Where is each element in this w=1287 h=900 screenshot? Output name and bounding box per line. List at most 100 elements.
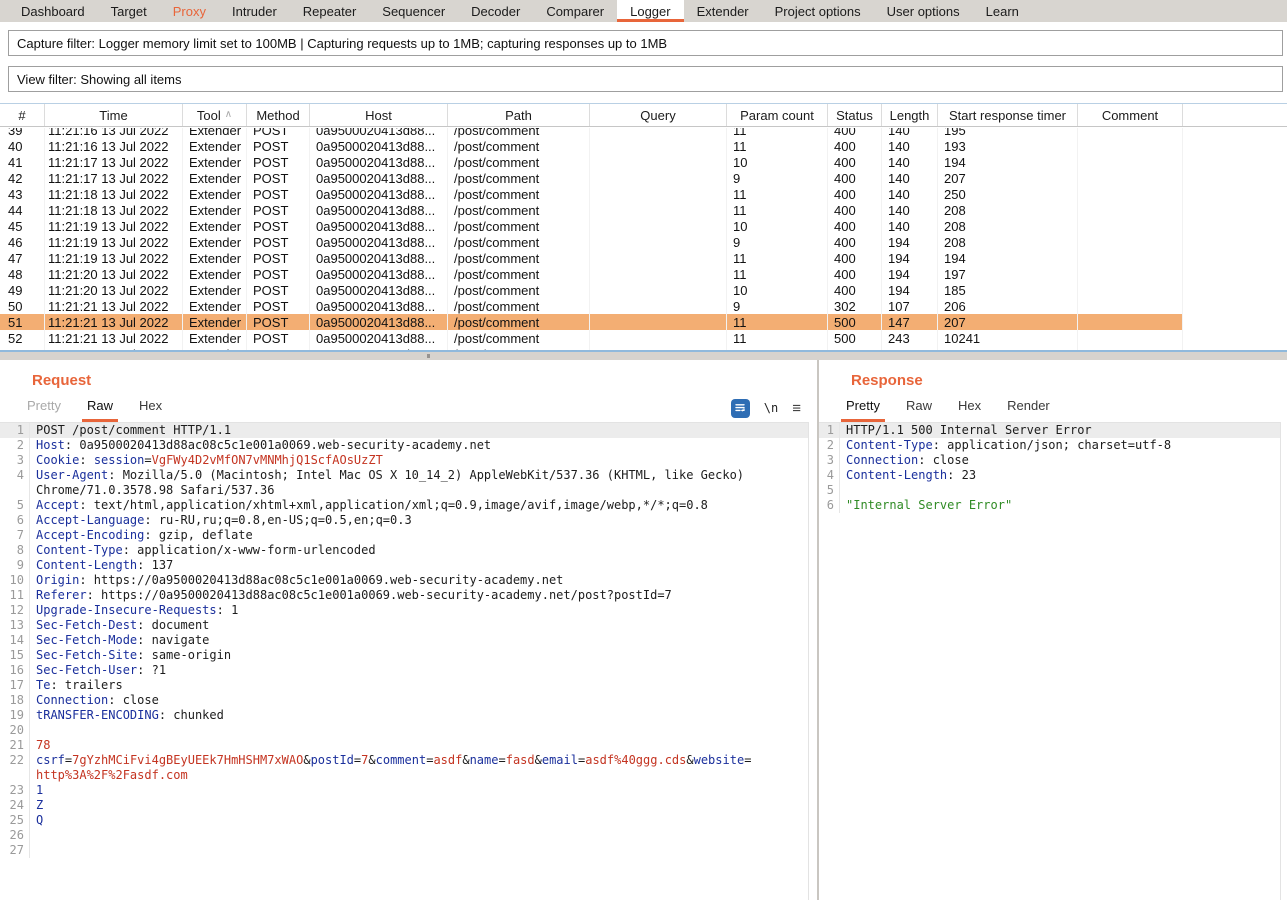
response-tab-raw[interactable]: Raw [901,398,937,422]
table-header-row: # Time Tool∧MethodHostPathQueryParam count… [0,104,1287,127]
line-number: 2 [819,438,840,453]
split-divider[interactable] [0,352,1287,360]
column-header-host[interactable]: Host [310,104,448,126]
cell-method: POST [247,250,310,266]
cell-query [590,202,727,218]
tab-logger[interactable]: Logger [617,0,683,22]
line-number: 22 [0,753,30,768]
cell-filler [1183,138,1287,154]
tab-learn[interactable]: Learn [973,0,1032,22]
cell-timer: 195 [938,128,1078,138]
cell-time: 11:21:18 13 Jul 2022 [45,186,183,202]
cell-timer: 197 [938,266,1078,282]
cell-param_count: 11 [727,128,828,138]
table-row[interactable]: 4011:21:16 13 Jul 2022ExtenderPOST0a9500… [0,138,1287,154]
table-row[interactable]: 5111:21:21 13 Jul 2022ExtenderPOST0a9500… [0,314,1287,330]
table-row[interactable]: 5211:21:21 13 Jul 2022ExtenderPOST0a9500… [0,330,1287,346]
tab-user-options[interactable]: User options [874,0,973,22]
table-row[interactable]: 4811:21:20 13 Jul 2022ExtenderPOST0a9500… [0,266,1287,282]
request-tab-hex[interactable]: Hex [134,398,167,422]
code-text: Te: trailers [30,678,123,693]
line-number: 23 [0,783,30,798]
table-row[interactable]: 4911:21:20 13 Jul 2022ExtenderPOST0a9500… [0,282,1287,298]
column-header--[interactable]: # [0,104,45,126]
tab-target[interactable]: Target [98,0,160,22]
editor-menu-button[interactable]: ≡ [792,401,801,416]
response-editor[interactable]: 1HTTP/1.1 500 Internal Server Error2Cont… [819,422,1281,900]
column-label: Time [99,108,127,123]
cell-timer: 185 [938,282,1078,298]
table-body[interactable]: 3911:21:16 13 Jul 2022ExtenderPOST0a9500… [0,128,1287,352]
capture-filter-bar[interactable]: Capture filter: Logger memory limit set … [8,30,1283,56]
column-header-comment[interactable]: Comment [1078,104,1183,126]
tab-extender[interactable]: Extender [684,0,762,22]
cell-time: 11:21:16 13 Jul 2022 [45,138,183,154]
show-newlines-button[interactable]: \n [764,401,778,415]
table-row[interactable]: 3911:21:16 13 Jul 2022ExtenderPOST0a9500… [0,128,1287,138]
code-line: 16Sec-Fetch-User: ?1 [0,663,808,678]
tab-project-options[interactable]: Project options [762,0,874,22]
cell-param_count: 11 [727,202,828,218]
request-tab-pretty[interactable]: Pretty [22,398,66,422]
line-number: 27 [0,843,30,858]
request-tab-raw[interactable]: Raw [82,398,118,422]
table-row[interactable]: 4711:21:19 13 Jul 2022ExtenderPOST0a9500… [0,250,1287,266]
table-row[interactable]: 4311:21:18 13 Jul 2022ExtenderPOST0a9500… [0,186,1287,202]
table-row[interactable]: 4411:21:18 13 Jul 2022ExtenderPOST0a9500… [0,202,1287,218]
column-header-start-response-timer[interactable]: Start response timer [938,104,1078,126]
column-header-length[interactable]: Length [882,104,938,126]
code-text: Connection: close [840,453,969,468]
column-header-tool[interactable]: Tool∧ [183,104,247,126]
table-row[interactable]: 5011:21:21 13 Jul 2022ExtenderPOST0a9500… [0,298,1287,314]
table-row[interactable]: 4511:21:19 13 Jul 2022ExtenderPOST0a9500… [0,218,1287,234]
cell-host: 0a9500020413d88... [310,250,448,266]
message-editor-area: Request Pretty Raw Hex \n ≡ 1POST /post/co… [0,360,1287,900]
column-header-status[interactable]: Status [828,104,882,126]
main-tab-bar: DashboardTargetProxyIntruderRepeaterSequ… [0,0,1287,22]
view-filter-bar[interactable]: View filter: Showing all items [8,66,1283,92]
table-row[interactable]: 4211:21:17 13 Jul 2022ExtenderPOST0a9500… [0,170,1287,186]
tab-proxy[interactable]: Proxy [160,0,219,22]
cell-time: 11:21:19 13 Jul 2022 [45,234,183,250]
cell-query [590,128,727,138]
code-line: 11Referer: https://0a9500020413d88ac08c5… [0,588,808,603]
table-row[interactable]: 4611:21:19 13 Jul 2022ExtenderPOST0a9500… [0,234,1287,250]
code-text [30,843,36,858]
cell-filler [1183,330,1287,346]
response-tab-render[interactable]: Render [1002,398,1055,422]
cell-comment [1078,330,1183,346]
code-line: 1HTTP/1.1 500 Internal Server Error [819,423,1280,438]
cell-method: POST [247,170,310,186]
response-tab-hex[interactable]: Hex [953,398,986,422]
request-panel-title: Request [32,372,91,389]
tab-dashboard[interactable]: Dashboard [8,0,98,22]
cell-id: 46 [0,234,45,250]
column-header-method[interactable]: Method [247,104,310,126]
cell-method: POST [247,154,310,170]
column-header-time[interactable]: Time [45,104,183,126]
cell-path: /post/comment [448,314,590,330]
column-header-query[interactable]: Query [590,104,727,126]
prettify-button[interactable] [731,399,750,418]
tab-comparer[interactable]: Comparer [533,0,617,22]
column-header-path[interactable]: Path [448,104,590,126]
sort-asc-icon: ∧ [225,110,232,120]
cell-path: /post/comment [448,330,590,346]
tab-sequencer[interactable]: Sequencer [369,0,458,22]
tab-repeater[interactable]: Repeater [290,0,369,22]
cell-tool: Extender [183,170,247,186]
request-panel: Request Pretty Raw Hex \n ≡ 1POST /post/co… [0,360,817,900]
request-editor[interactable]: 1POST /post/comment HTTP/1.12Host: 0a950… [0,422,809,900]
cell-id: 40 [0,138,45,154]
cell-param_count: 11 [727,186,828,202]
cell-timer: 208 [938,234,1078,250]
column-header-param-count[interactable]: Param count [727,104,828,126]
tab-decoder[interactable]: Decoder [458,0,533,22]
cell-status: 400 [828,250,882,266]
cell-timer: 250 [938,186,1078,202]
tab-intruder[interactable]: Intruder [219,0,290,22]
logger-log-table: # Time Tool∧MethodHostPathQueryParam count… [0,103,1287,352]
response-tab-pretty[interactable]: Pretty [841,398,885,422]
cell-tool: Extender [183,266,247,282]
table-row[interactable]: 4111:21:17 13 Jul 2022ExtenderPOST0a9500… [0,154,1287,170]
